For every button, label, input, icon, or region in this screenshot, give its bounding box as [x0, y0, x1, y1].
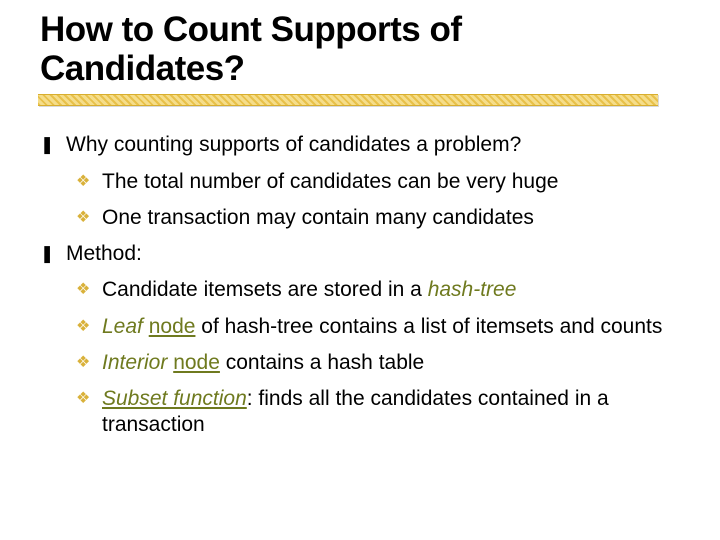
bullet-method: ❚ Method:	[40, 241, 680, 267]
bullet-why-huge: ❖ The total number of candidates can be …	[76, 169, 680, 195]
slide: How to Count Supports of Candidates? ❚ W…	[0, 0, 720, 540]
bullet-method-interior: ❖ Interior node contains a hash table	[76, 350, 680, 376]
slide-title: How to Count Supports of Candidates?	[40, 10, 680, 88]
bullet-text-post: of hash-tree contains a list of itemsets…	[195, 315, 662, 338]
term-node: node	[173, 351, 220, 374]
bullet-text: One transaction may contain many candida…	[102, 206, 534, 229]
diamond-icon: ❖	[76, 280, 90, 300]
slide-body: ❚ Why counting supports of candidates a …	[40, 132, 680, 438]
bullet-text: Method:	[66, 242, 142, 265]
title-line-1: How to Count Supports of	[40, 10, 462, 49]
diamond-icon: ❖	[76, 389, 90, 409]
snowflake-icon: ❚	[40, 134, 54, 155]
title-line-2: Candidates?	[40, 49, 245, 88]
term-hash-tree: hash-tree	[428, 278, 517, 301]
bullet-text: Why counting supports of candidates a pr…	[66, 133, 521, 156]
diamond-icon: ❖	[76, 208, 90, 228]
diamond-icon: ❖	[76, 317, 90, 337]
bullet-method-leaf: ❖ Leaf node of hash-tree contains a list…	[76, 314, 680, 340]
bullet-text: The total number of candidates can be ve…	[102, 170, 558, 193]
term-leaf: Leaf	[102, 315, 143, 338]
bullet-text-pre: Candidate itemsets are stored in a	[102, 278, 428, 301]
term-interior: Interior	[102, 351, 167, 374]
term-node: node	[149, 315, 196, 338]
bullet-method-hashtree: ❖ Candidate itemsets are stored in a has…	[76, 277, 680, 303]
snowflake-icon: ❚	[40, 243, 54, 264]
bullet-why: ❚ Why counting supports of candidates a …	[40, 132, 680, 158]
term-subset-function: Subset function	[102, 387, 247, 410]
bullet-why-many: ❖ One transaction may contain many candi…	[76, 205, 680, 231]
title-underline	[38, 94, 658, 106]
bullet-method-subset: ❖ Subset function: finds all the candida…	[76, 386, 680, 439]
bullet-text-post: contains a hash table	[220, 351, 424, 374]
diamond-icon: ❖	[76, 353, 90, 373]
diamond-icon: ❖	[76, 172, 90, 192]
